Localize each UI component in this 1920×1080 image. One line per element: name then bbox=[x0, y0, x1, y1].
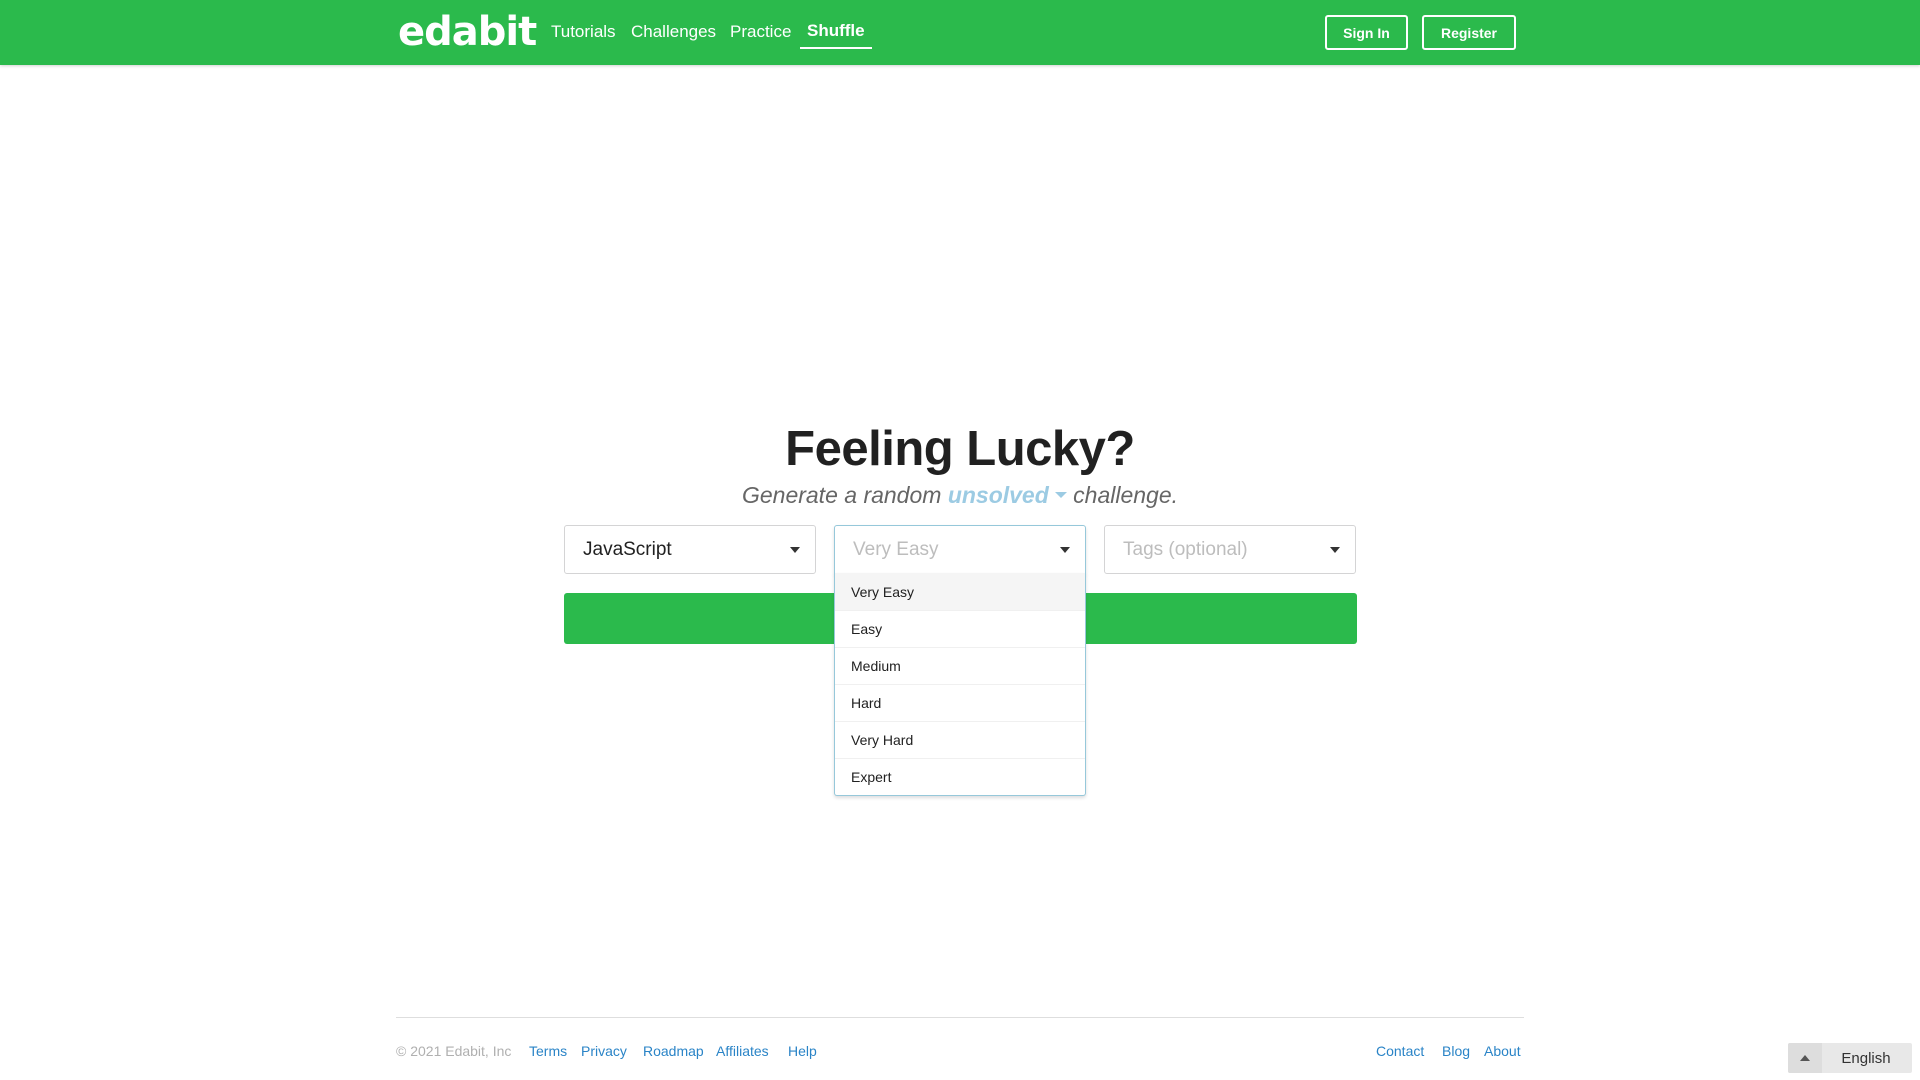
solved-filter-label: unsolved bbox=[947, 482, 1049, 508]
language-select-value: JavaScript bbox=[583, 538, 672, 560]
difficulty-select-placeholder: Very Easy bbox=[853, 538, 939, 560]
solved-filter-dropdown[interactable]: unsolved bbox=[948, 482, 1067, 508]
subtitle-suffix: challenge. bbox=[1073, 482, 1179, 508]
footer-link-help[interactable]: Help bbox=[788, 1043, 817, 1059]
nav-practice[interactable]: Practice bbox=[730, 20, 791, 44]
sign-in-button[interactable]: Sign In bbox=[1325, 15, 1408, 50]
subtitle-prefix: Generate a random bbox=[741, 482, 942, 508]
footer-divider bbox=[396, 1017, 1524, 1018]
copyright-text: © 2021 Edabit, Inc bbox=[396, 1043, 512, 1059]
footer-link-wrap-help: Help bbox=[788, 1042, 817, 1060]
chevron-down-icon bbox=[1060, 547, 1070, 553]
footer-copyright: © 2021 Edabit, Inc bbox=[396, 1042, 511, 1060]
nav-shuffle[interactable]: Shuffle bbox=[800, 19, 872, 49]
register-button[interactable]: Register bbox=[1422, 15, 1516, 50]
footer-link-terms[interactable]: Terms bbox=[529, 1043, 567, 1059]
edabit-logo[interactable]: edabit bbox=[398, 8, 537, 56]
page-title: Feeling Lucky? bbox=[785, 422, 1135, 476]
chevron-down-icon bbox=[1330, 547, 1340, 553]
top-navbar: edabit Tutorials Challenges Practice Shu… bbox=[0, 0, 1920, 65]
footer-link-about[interactable]: About bbox=[1484, 1043, 1521, 1059]
difficulty-option-medium[interactable]: Medium bbox=[835, 647, 1085, 684]
difficulty-option-expert[interactable]: Expert bbox=[835, 758, 1085, 795]
difficulty-dropdown-menu: Very Easy Easy Medium Hard Very Hard Exp… bbox=[834, 573, 1086, 796]
footer-left-links: Terms bbox=[529, 1042, 567, 1060]
chevron-down-icon bbox=[790, 547, 800, 553]
footer-link-privacy[interactable]: Privacy bbox=[581, 1043, 627, 1059]
page-subtitle: Generate a random unsolved challenge. bbox=[0, 478, 1920, 512]
footer-link-blog[interactable]: Blog bbox=[1442, 1043, 1470, 1059]
footer-link-wrap-roadmap: Roadmap bbox=[643, 1042, 704, 1060]
difficulty-option-very-hard[interactable]: Very Hard bbox=[835, 721, 1085, 758]
language-select[interactable]: JavaScript bbox=[564, 525, 816, 574]
footer-link-affiliates[interactable]: Affiliates bbox=[716, 1043, 769, 1059]
chevron-up-icon bbox=[1788, 1043, 1822, 1073]
difficulty-option-hard[interactable]: Hard bbox=[835, 684, 1085, 721]
nav-tutorials[interactable]: Tutorials bbox=[551, 20, 616, 44]
tags-select-placeholder: Tags (optional) bbox=[1123, 538, 1248, 560]
chevron-down-icon bbox=[1054, 491, 1067, 498]
footer-link-wrap-contact: Contact bbox=[1376, 1042, 1424, 1060]
language-switcher[interactable]: English bbox=[1788, 1043, 1912, 1073]
footer-link-wrap-blog: Blog bbox=[1442, 1042, 1470, 1060]
footer-link-wrap-affiliates: Affiliates bbox=[716, 1042, 769, 1060]
difficulty-option-very-easy[interactable]: Very Easy bbox=[835, 573, 1085, 610]
footer-link-wrap-privacy: Privacy bbox=[581, 1042, 627, 1060]
language-label: English bbox=[1841, 1049, 1891, 1067]
difficulty-select[interactable]: Very Easy bbox=[834, 525, 1086, 574]
footer-link-roadmap[interactable]: Roadmap bbox=[643, 1043, 704, 1059]
footer-link-wrap-about: About bbox=[1484, 1042, 1521, 1060]
difficulty-option-easy[interactable]: Easy bbox=[835, 610, 1085, 647]
nav-challenges[interactable]: Challenges bbox=[631, 20, 716, 44]
footer-link-contact[interactable]: Contact bbox=[1376, 1043, 1424, 1059]
tags-select[interactable]: Tags (optional) bbox=[1104, 525, 1356, 574]
